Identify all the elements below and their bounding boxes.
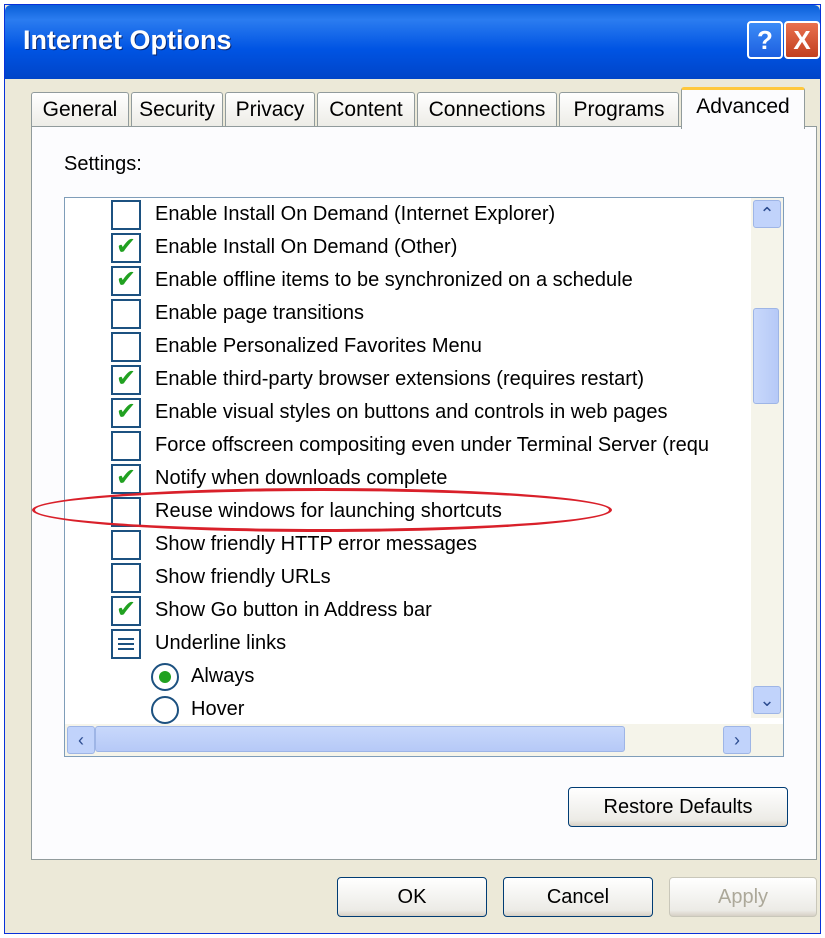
help-button[interactable]: ? <box>747 21 783 59</box>
tab-programs[interactable]: Programs <box>559 92 679 128</box>
tab-security[interactable]: Security <box>131 92 223 128</box>
setting-label: Show Go button in Address bar <box>155 599 432 621</box>
setting-checkbox[interactable] <box>111 298 141 329</box>
settings-list: Enable Install On Demand (Internet Explo… <box>64 197 784 757</box>
setting-label: Show friendly URLs <box>155 566 331 588</box>
radio-label: Hover <box>191 698 245 720</box>
tab-privacy[interactable]: Privacy <box>225 92 315 128</box>
setting-checkbox[interactable] <box>111 463 141 494</box>
setting-checkbox[interactable] <box>111 265 141 296</box>
scroll-up-button[interactable]: ⌃ <box>753 200 781 228</box>
setting-label: Enable offline items to be synchronized … <box>155 269 633 291</box>
horizontal-scroll-thumb[interactable] <box>95 726 625 752</box>
radio-label: Always <box>191 665 255 687</box>
close-button[interactable]: X <box>784 21 820 59</box>
tab-advanced[interactable]: Advanced <box>681 87 805 129</box>
setting-checkbox[interactable] <box>111 562 141 593</box>
restore-defaults-button[interactable]: Restore Defaults <box>568 787 788 827</box>
scroll-right-button[interactable]: › <box>723 726 751 754</box>
setting-checkbox[interactable] <box>111 232 141 263</box>
annotation-ellipse <box>32 488 612 532</box>
scroll-left-button[interactable]: ‹ <box>67 726 95 754</box>
setting-label: Enable Install On Demand (Internet Explo… <box>155 203 556 225</box>
window-title: Internet Options <box>23 25 232 55</box>
title-bar[interactable]: Internet Options ? X <box>5 5 820 79</box>
tab-content[interactable]: Content <box>317 92 415 128</box>
apply-button[interactable]: Apply <box>669 877 817 917</box>
setting-label: Notify when downloads complete <box>155 467 448 489</box>
setting-group-icon <box>111 628 141 659</box>
setting-label: Enable third-party browser extensions (r… <box>155 368 645 390</box>
underline-hover-radio[interactable] <box>151 695 179 724</box>
setting-label: Show friendly HTTP error messages <box>155 533 477 555</box>
setting-checkbox[interactable] <box>111 529 141 560</box>
group-label: Underline links <box>155 632 287 654</box>
vertical-scrollbar[interactable]: ⌃ ⌄ <box>751 198 783 718</box>
underline-always-radio[interactable] <box>151 662 179 691</box>
setting-checkbox[interactable] <box>111 430 141 461</box>
tab-general[interactable]: General <box>31 92 129 128</box>
tab-connections[interactable]: Connections <box>417 92 557 128</box>
setting-label: Enable page transitions <box>155 302 365 324</box>
ok-button[interactable]: OK <box>337 877 487 917</box>
setting-label: Enable Install On Demand (Other) <box>155 236 458 258</box>
horizontal-scrollbar[interactable]: ‹ › <box>65 724 783 756</box>
scroll-down-button[interactable]: ⌄ <box>753 686 781 714</box>
setting-label: Enable Personalized Favorites Menu <box>155 335 482 357</box>
setting-checkbox[interactable] <box>111 397 141 428</box>
setting-checkbox[interactable] <box>111 331 141 362</box>
setting-checkbox[interactable] <box>111 364 141 395</box>
vertical-scroll-thumb[interactable] <box>753 308 779 404</box>
cancel-button[interactable]: Cancel <box>503 877 653 917</box>
internet-options-dialog: Internet Options ? X General Security Pr… <box>4 4 821 934</box>
setting-checkbox[interactable] <box>111 199 141 230</box>
setting-label: Enable visual styles on buttons and cont… <box>155 401 668 423</box>
settings-label: Settings: <box>64 153 142 175</box>
setting-checkbox[interactable] <box>111 595 141 626</box>
setting-label: Force offscreen compositing even under T… <box>155 434 709 456</box>
